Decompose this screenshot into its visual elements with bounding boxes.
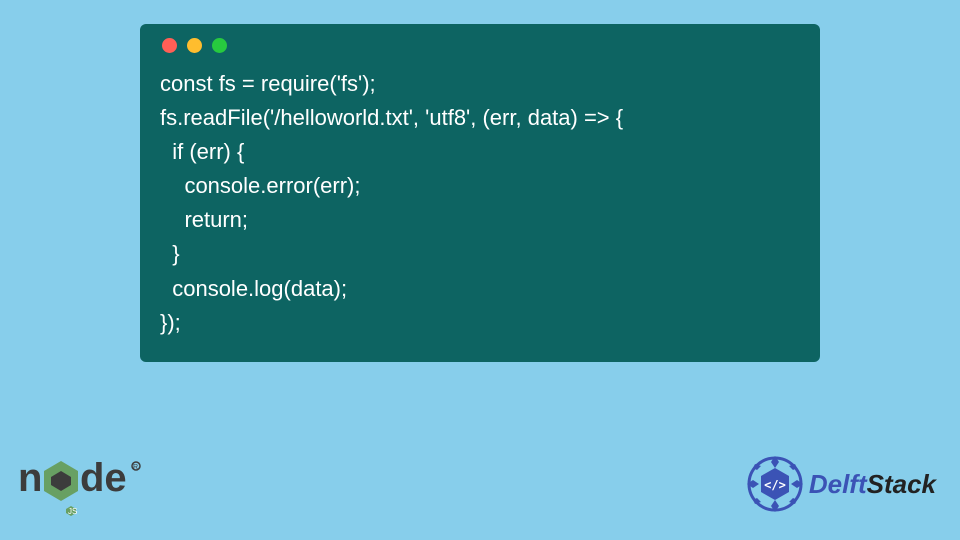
svg-text:n: n [18, 456, 42, 500]
code-window: const fs = require('fs'); fs.readFile('/… [140, 24, 820, 362]
delft-word: Delft [809, 469, 867, 499]
stack-word: Stack [867, 469, 936, 499]
svg-text:</>: </> [764, 478, 786, 492]
close-icon [162, 38, 177, 53]
delftstack-text: DelftStack [809, 469, 936, 500]
delftstack-icon: </> [745, 454, 805, 514]
minimize-icon [187, 38, 202, 53]
node-logo: n de JS R [18, 446, 148, 516]
maximize-icon [212, 38, 227, 53]
svg-text:de: de [80, 456, 127, 500]
code-text: const fs = require('fs'); fs.readFile('/… [160, 67, 800, 340]
window-traffic-lights [162, 38, 800, 53]
svg-text:JS: JS [68, 507, 77, 516]
delftstack-logo: </> DelftStack [745, 454, 936, 514]
code-block: const fs = require('fs'); fs.readFile('/… [160, 67, 800, 340]
svg-text:R: R [133, 464, 138, 471]
